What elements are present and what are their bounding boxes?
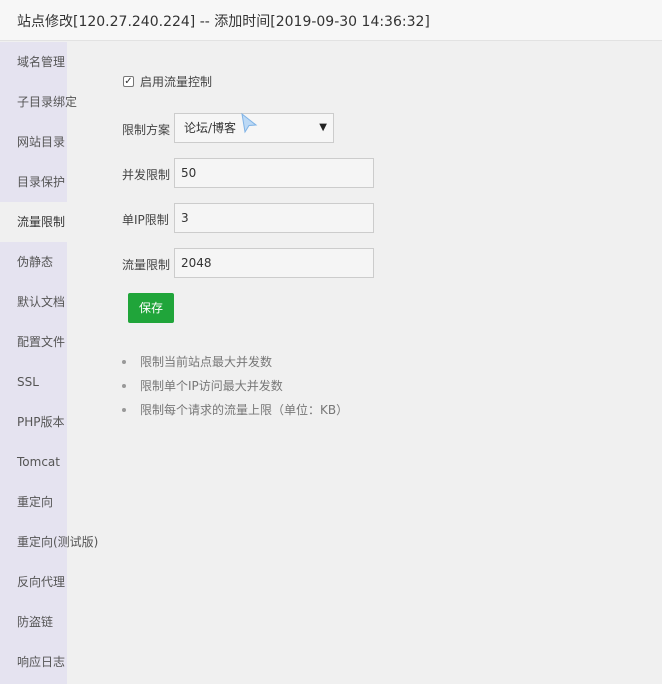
- sidebar-item-reverse-proxy[interactable]: 反向代理: [0, 562, 67, 602]
- scheme-value: 论坛/博客: [184, 121, 237, 135]
- mouse-pointer-icon: [241, 112, 258, 134]
- sidebar-item-default-doc[interactable]: 默认文档: [0, 282, 67, 322]
- sidebar-item-redirect-beta[interactable]: 重定向(测试版): [0, 522, 98, 562]
- sidebar-item-traffic-limit[interactable]: 流量限制: [0, 202, 67, 242]
- window-titlebar: 站点修改[120.27.240.224] -- 添加时间[2019-09-30 …: [0, 0, 662, 41]
- sidebar-item-site-directory[interactable]: 网站目录: [0, 122, 67, 162]
- sidebar-item-redirect[interactable]: 重定向: [0, 482, 67, 522]
- sidebar-item-dir-protection[interactable]: 目录保护: [0, 162, 67, 202]
- tip-text: 限制每个请求的流量上限（单位：KB）: [140, 403, 349, 417]
- enable-checkbox[interactable]: ✓: [123, 76, 134, 87]
- sidebar-item-subdir-binding[interactable]: 子目录绑定: [0, 82, 77, 122]
- sidebar-item-domain[interactable]: 域名管理: [0, 42, 67, 82]
- concurrency-input[interactable]: 50: [174, 158, 374, 188]
- enable-label: 启用流量控制: [140, 75, 213, 89]
- sidebar-item-ssl[interactable]: SSL: [0, 362, 67, 402]
- save-button[interactable]: 保存: [128, 293, 174, 323]
- concurrency-label: 并发限制: [122, 168, 171, 182]
- sidebar-item-rewrite[interactable]: 伪静态: [0, 242, 67, 282]
- scheme-label: 限制方案: [122, 123, 171, 137]
- tip-text: 限制单个IP访问最大并发数: [140, 379, 283, 393]
- rate-label: 流量限制: [122, 258, 171, 272]
- sidebar-item-hotlink-protection[interactable]: 防盗链: [0, 602, 67, 642]
- window-title: 站点修改[120.27.240.224] -- 添加时间[2019-09-30 …: [17, 14, 430, 30]
- tip-item: 限制单个IP访问最大并发数: [122, 374, 348, 398]
- sidebar-item-config-file[interactable]: 配置文件: [0, 322, 67, 362]
- tip-item: 限制每个请求的流量上限（单位：KB）: [122, 398, 348, 422]
- bullet-icon: [122, 384, 126, 388]
- sidebar-item-response-log[interactable]: 响应日志: [0, 642, 67, 682]
- tip-item: 限制当前站点最大并发数: [122, 350, 348, 374]
- rate-input[interactable]: 2048: [174, 248, 374, 278]
- bullet-icon: [122, 408, 126, 412]
- sidebar-item-php-version[interactable]: PHP版本: [0, 402, 67, 442]
- tip-text: 限制当前站点最大并发数: [140, 355, 273, 369]
- sidebar: 域名管理 子目录绑定 网站目录 目录保护 流量限制 伪静态 默认文档 配置文件 …: [0, 42, 98, 684]
- enable-traffic-control[interactable]: ✓ 启用流量控制: [123, 73, 212, 90]
- per-ip-label: 单IP限制: [122, 213, 169, 227]
- per-ip-input[interactable]: 3: [174, 203, 374, 233]
- bullet-icon: [122, 360, 126, 364]
- triangle-down-icon: ▼: [319, 122, 327, 133]
- check-icon: ✓: [124, 75, 133, 87]
- tips-list: 限制当前站点最大并发数 限制单个IP访问最大并发数 限制每个请求的流量上限（单位…: [122, 350, 348, 422]
- traffic-limit-panel: ✓ 启用流量控制 限制方案 论坛/博客 ▼ 并发限制 50 单IP限制 3 流量…: [67, 42, 662, 684]
- sidebar-item-tomcat[interactable]: Tomcat: [0, 442, 67, 482]
